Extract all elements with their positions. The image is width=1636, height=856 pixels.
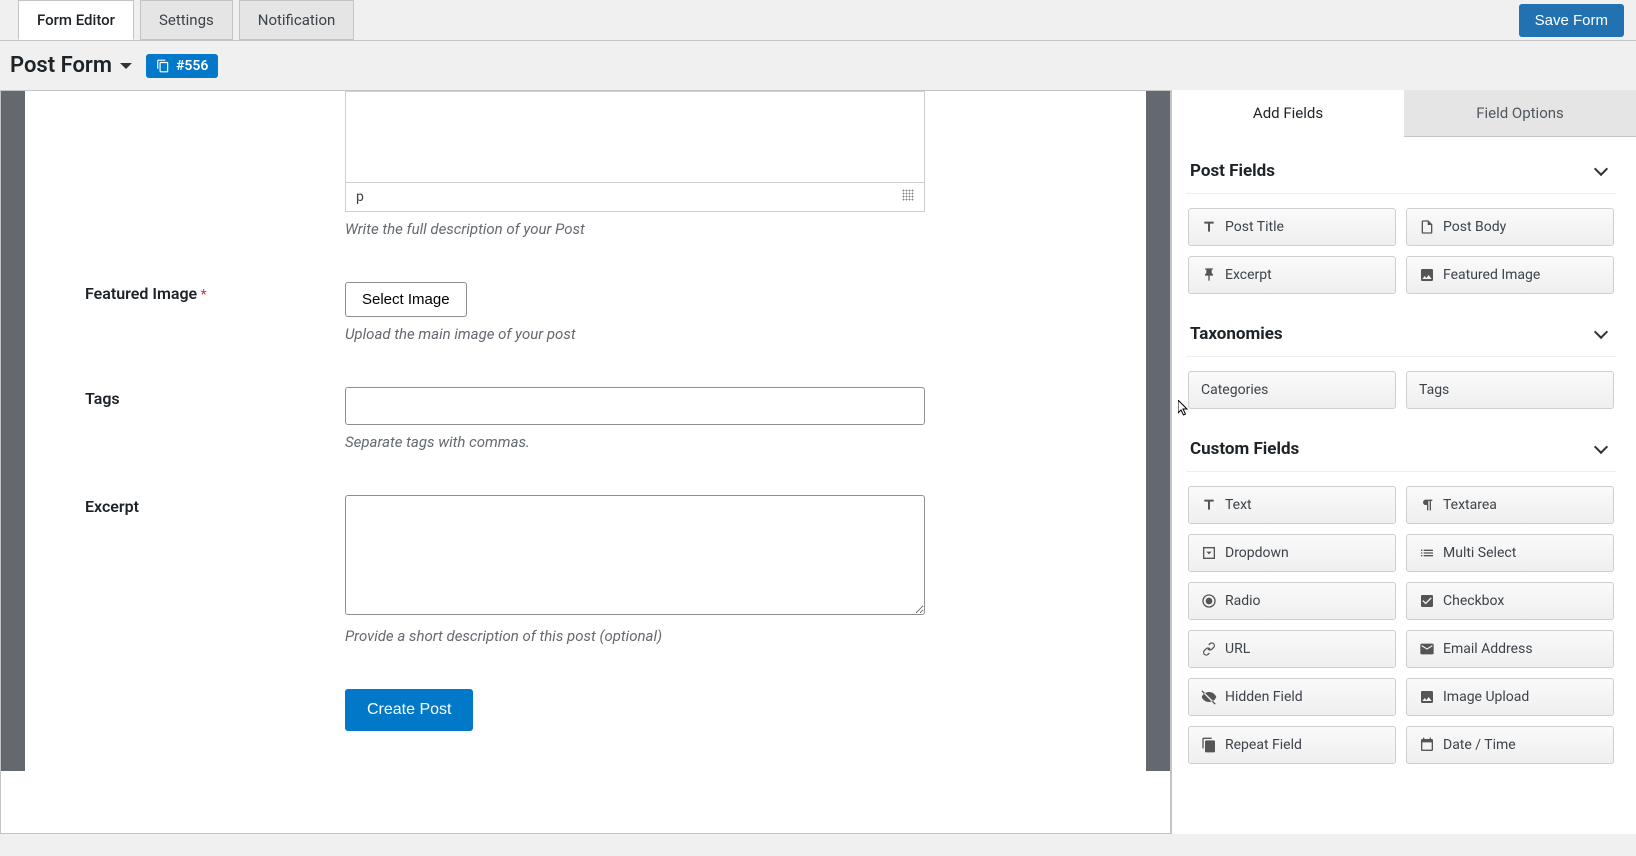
paragraph-icon — [1419, 497, 1435, 513]
eye-off-icon — [1201, 689, 1217, 705]
form-title-dropdown[interactable]: Post Form — [10, 53, 132, 78]
featured-image-label: Featured Image — [85, 284, 197, 303]
email-icon — [1419, 641, 1435, 657]
section-title: Post Fields — [1190, 161, 1275, 181]
sidebar: Add Fields Field Options Post Fields Pos… — [1171, 90, 1636, 834]
section-taxonomies[interactable]: Taxonomies — [1186, 314, 1616, 357]
field-tags[interactable]: Tags — [1406, 371, 1614, 409]
radio-icon — [1201, 593, 1217, 609]
editor-element-path: p — [356, 189, 364, 205]
form-title-text: Post Form — [10, 53, 112, 78]
post-body-help: Write the full description of your Post — [345, 220, 925, 238]
tags-input[interactable] — [345, 387, 925, 425]
field-featured-image[interactable]: Featured Image — [1406, 256, 1614, 294]
field-radio[interactable]: Radio — [1188, 582, 1396, 620]
excerpt-help: Provide a short description of this post… — [345, 627, 925, 645]
chevron-down-icon — [120, 63, 132, 69]
list-icon — [1419, 545, 1435, 561]
checkbox-icon — [1419, 593, 1435, 609]
section-custom-fields[interactable]: Custom Fields — [1186, 429, 1616, 472]
excerpt-textarea[interactable] — [345, 495, 925, 615]
sidebar-tab-field-options[interactable]: Field Options — [1404, 90, 1636, 137]
save-form-button[interactable]: Save Form — [1519, 4, 1624, 37]
copy-icon — [156, 59, 170, 73]
image-icon — [1419, 689, 1435, 705]
chevron-down-icon — [1594, 162, 1608, 176]
field-checkbox[interactable]: Checkbox — [1406, 582, 1614, 620]
text-icon — [1201, 497, 1217, 513]
post-body-editor[interactable]: p — [345, 91, 925, 212]
chevron-down-icon — [1594, 325, 1608, 339]
title-row: Post Form #556 — [0, 41, 1636, 90]
tab-settings[interactable]: Settings — [140, 0, 233, 40]
field-dropdown[interactable]: Dropdown — [1188, 534, 1396, 572]
link-icon — [1201, 641, 1217, 657]
field-post-title[interactable]: Post Title — [1188, 208, 1396, 246]
field-url[interactable]: URL — [1188, 630, 1396, 668]
document-icon — [1419, 219, 1435, 235]
create-post-button[interactable]: Create Post — [345, 689, 473, 731]
section-title: Custom Fields — [1190, 439, 1299, 459]
field-textarea[interactable]: Textarea — [1406, 486, 1614, 524]
featured-image-help: Upload the main image of your post — [345, 325, 925, 343]
form-id-text: #556 — [176, 58, 208, 74]
field-categories[interactable]: Categories — [1188, 371, 1396, 409]
field-multi-select[interactable]: Multi Select — [1406, 534, 1614, 572]
top-tab-bar: Form Editor Settings Notification Save F… — [0, 0, 1636, 41]
section-post-fields[interactable]: Post Fields — [1186, 151, 1616, 194]
chevron-down-icon — [1594, 440, 1608, 454]
form-canvas: p Write the full description of your Pos… — [0, 90, 1171, 834]
field-text[interactable]: Text — [1188, 486, 1396, 524]
image-icon — [1419, 267, 1435, 283]
select-image-button[interactable]: Select Image — [345, 282, 467, 317]
field-hidden[interactable]: Hidden Field — [1188, 678, 1396, 716]
form-id-badge[interactable]: #556 — [146, 54, 218, 78]
field-repeat[interactable]: Repeat Field — [1188, 726, 1396, 764]
calendar-icon — [1419, 737, 1435, 753]
excerpt-label: Excerpt — [85, 497, 139, 516]
field-post-body[interactable]: Post Body — [1406, 208, 1614, 246]
dropdown-icon — [1201, 545, 1217, 561]
resize-handle-icon[interactable] — [902, 189, 914, 201]
section-title: Taxonomies — [1190, 324, 1283, 344]
tab-form-editor[interactable]: Form Editor — [18, 0, 134, 40]
copy-icon — [1201, 737, 1217, 753]
heading-icon — [1201, 219, 1217, 235]
field-excerpt[interactable]: Excerpt — [1188, 256, 1396, 294]
sidebar-tab-add-fields[interactable]: Add Fields — [1172, 90, 1404, 137]
field-date-time[interactable]: Date / Time — [1406, 726, 1614, 764]
field-email[interactable]: Email Address — [1406, 630, 1614, 668]
tags-label: Tags — [85, 389, 120, 408]
required-star-icon: * — [201, 287, 207, 303]
tab-notification[interactable]: Notification — [239, 0, 355, 40]
tags-help: Separate tags with commas. — [345, 433, 925, 451]
pin-icon — [1201, 267, 1217, 283]
field-image-upload[interactable]: Image Upload — [1406, 678, 1614, 716]
